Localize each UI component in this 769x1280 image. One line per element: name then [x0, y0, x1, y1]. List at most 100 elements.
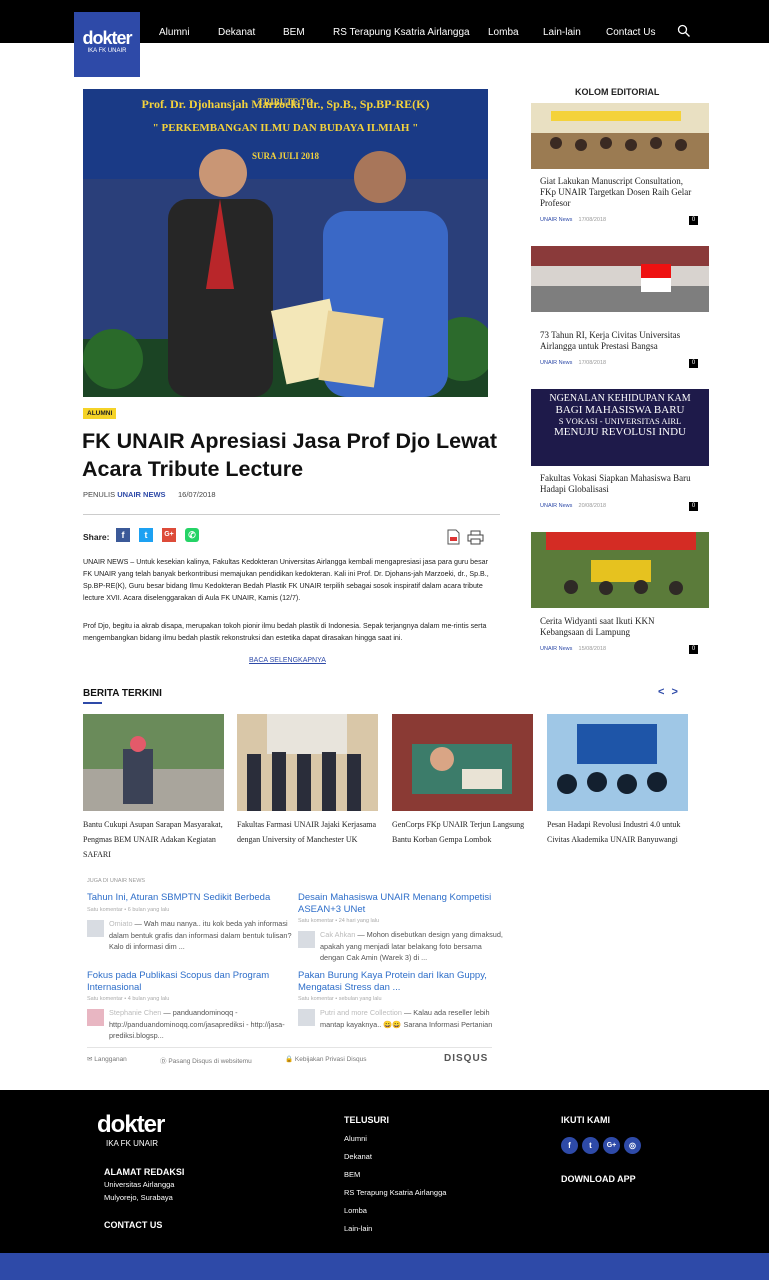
disqus-item-title[interactable]: Pakan Burung Kaya Protein dari Ikan Gupp… [298, 970, 498, 994]
facebook-icon[interactable]: f [561, 1137, 578, 1154]
facebook-share-icon[interactable]: f [116, 528, 130, 542]
disqus-comment: Cak Ahkan — Mohon disebutkan design yang… [320, 930, 503, 962]
logo-subtitle: IKA FK UNAIR [87, 48, 127, 54]
news-card-image[interactable] [547, 714, 688, 811]
instagram-icon[interactable]: ◎ [624, 1137, 641, 1154]
mail-icon: ✉ [87, 1056, 93, 1063]
sidebar-item-image[interactable] [531, 532, 709, 608]
sidebar-item-image[interactable] [531, 103, 709, 169]
disqus-privacy[interactable]: 🔒 Kebijakan Privasi Disqus [285, 1055, 366, 1063]
address-heading: ALAMAT REDAKSI [104, 1167, 185, 1177]
disqus-comment: Omiato — Wah mau nanya.. itu kok beda ya… [109, 919, 292, 951]
avatar [87, 920, 104, 937]
divider [83, 514, 500, 515]
news-card-image[interactable] [83, 714, 224, 811]
footer-link-lomba[interactable]: Lomba [344, 1206, 367, 1215]
sidebar-item-image[interactable]: NGENALAN KEHIDUPAN KAM BAGI MAHASISWA BA… [531, 389, 709, 466]
sidebar-item-title[interactable]: 73 Tahun RI, Kerja Civitas Universitas A… [540, 330, 700, 352]
disqus-item-title[interactable]: Tahun Ini, Aturan SBMPTN Sedikit Berbeda [87, 892, 287, 904]
comment-count[interactable]: 0 [689, 359, 698, 368]
footer-link-rs-terapung[interactable]: RS Terapung Ksatria Airlangga [344, 1188, 446, 1197]
divider [87, 1047, 492, 1048]
nav-lain-lain[interactable]: Lain-lain [543, 27, 581, 38]
disqus-item-meta: Satu komentar • 24 hari yang lalu [298, 918, 380, 924]
disqus-item-meta: Satu komentar • 4 bulan yang lalu [87, 996, 170, 1002]
comment-count[interactable]: 0 [689, 645, 698, 654]
news-card-title[interactable]: Bantu Cukupi Asupan Sarapan Masyarakat, … [83, 817, 231, 862]
follow-heading: IKUTI KAMI [561, 1115, 610, 1125]
avatar [298, 1009, 315, 1026]
hero-photo-illustration [83, 89, 488, 397]
nav-rs-terapung[interactable]: RS Terapung Ksatria Airlangga [333, 27, 470, 38]
news-card-title[interactable]: GenCorps FKp UNAIR Terjun Langsung Bantu… [392, 817, 540, 847]
sidebar-item-title[interactable]: Giat Lakukan Manuscript Consultation, FK… [540, 176, 700, 209]
sidebar-photo-2 [531, 246, 709, 312]
disqus-install[interactable]: Ⓓ Pasang Disqus di websitemu [160, 1055, 252, 1065]
footer-logo-sub: IKA FK UNAIR [106, 1139, 159, 1148]
sidebar-photo-4 [531, 532, 709, 608]
pdf-icon[interactable] [447, 529, 460, 545]
disqus-item-title[interactable]: Fokus pada Publikasi Scopus dan Program … [87, 970, 287, 994]
comment-count[interactable]: 0 [689, 216, 698, 225]
footer-link-dekanat[interactable]: Dekanat [344, 1152, 372, 1161]
disqus-also-on: JUGA DI UNAIR NEWS [87, 878, 146, 884]
nav-alumni[interactable]: Alumni [159, 27, 190, 38]
sidebar-photo-1 [531, 103, 709, 169]
nav-contact-us[interactable]: Contact Us [606, 27, 655, 38]
download-app-link[interactable]: DOWNLOAD APP [561, 1174, 636, 1184]
nav-dekanat[interactable]: Dekanat [218, 27, 255, 38]
news-photo-2 [237, 714, 378, 811]
google-plus-share-icon[interactable]: G+ [162, 528, 176, 542]
news-photo-4 [547, 714, 688, 811]
footer-link-alumni[interactable]: Alumni [344, 1134, 367, 1143]
author-link[interactable]: UNAIR NEWS [117, 490, 165, 499]
sidebar-item-meta: UNAIR News 17/08/2018 [540, 217, 607, 223]
sidebar-item-title[interactable]: Fakultas Vokasi Siapkan Mahasiswa Baru H… [540, 473, 700, 495]
twitter-icon[interactable]: t [582, 1137, 599, 1154]
twitter-share-icon[interactable]: t [139, 528, 153, 542]
hero-banner-line4: SURA JULI 2018 [251, 151, 319, 161]
nav-lomba[interactable]: Lomba [488, 27, 519, 38]
news-card-title[interactable]: Fakultas Farmasi UNAIR Jajaki Kerjasama … [237, 817, 385, 847]
banner-text: BAGI MAHASISWA BARU [555, 404, 685, 416]
footer-link-bem[interactable]: BEM [344, 1170, 360, 1179]
banner-text: NGENALAN KEHIDUPAN KAM [549, 393, 691, 404]
news-photo-1 [83, 714, 224, 811]
site-logo[interactable]: dokter IKA FK UNAIR [74, 12, 140, 77]
avatar [87, 1009, 104, 1026]
news-card-image[interactable] [237, 714, 378, 811]
category-badge[interactable]: ALUMNI [83, 408, 117, 419]
disqus-item-meta: Satu komentar • sebulan yang lalu [298, 996, 382, 1002]
article-title: FK UNAIR Apresiasi Jasa Prof Djo Lewat A… [82, 429, 497, 481]
news-photo-3 [392, 714, 533, 811]
disqus-brand[interactable]: DISQUS [444, 1053, 488, 1064]
search-icon[interactable] [677, 24, 691, 38]
logo-wordmark: dokter [82, 28, 132, 48]
sidebar-heading: KOLOM EDITORIAL [575, 87, 660, 97]
footer-link-lain-lain[interactable]: Lain-lain [344, 1224, 372, 1233]
banner-text: MENUJU REVOLUSI INDU [554, 426, 686, 438]
sidebar-item-title[interactable]: Cerita Widyanti saat Ikuti KKN Kebangsaa… [540, 616, 700, 638]
article-date: 16/07/2018 [178, 490, 216, 499]
explore-heading: TELUSURI [344, 1115, 389, 1125]
carousel-arrows[interactable]: < > [658, 686, 680, 698]
author-label: PENULIS [83, 490, 116, 499]
print-icon[interactable] [467, 530, 484, 545]
footer-contact-link[interactable]: CONTACT US [104, 1220, 162, 1230]
whatsapp-share-icon[interactable]: ✆ [185, 528, 199, 542]
news-card-title[interactable]: Pesan Hadapi Revolusi Industri 4.0 untuk… [547, 817, 695, 847]
share-label: Share: [83, 532, 110, 542]
sidebar-item-image[interactable] [531, 246, 709, 312]
comment-count[interactable]: 0 [689, 502, 698, 511]
banner-text: S VOKASI - UNIVERSITAS AIRL [558, 416, 682, 426]
sidebar-item-meta: UNAIR News 15/08/2018 [540, 646, 607, 652]
nav-bem[interactable]: BEM [283, 27, 305, 38]
disqus-item-title[interactable]: Desain Mahasiswa UNAIR Menang Kompetisi … [298, 892, 498, 916]
google-plus-icon[interactable]: G+ [603, 1137, 620, 1154]
news-card-image[interactable] [392, 714, 533, 811]
address-line: Mulyorejo, Surabaya [104, 1193, 173, 1202]
read-more-link[interactable]: BACA SELENGKAPNYA [249, 657, 326, 664]
footer-logo[interactable]: dokter [97, 1111, 165, 1139]
sidebar-item-meta: UNAIR News 20/08/2018 [540, 503, 607, 509]
disqus-subscribe[interactable]: ✉ Langganan [87, 1055, 127, 1063]
